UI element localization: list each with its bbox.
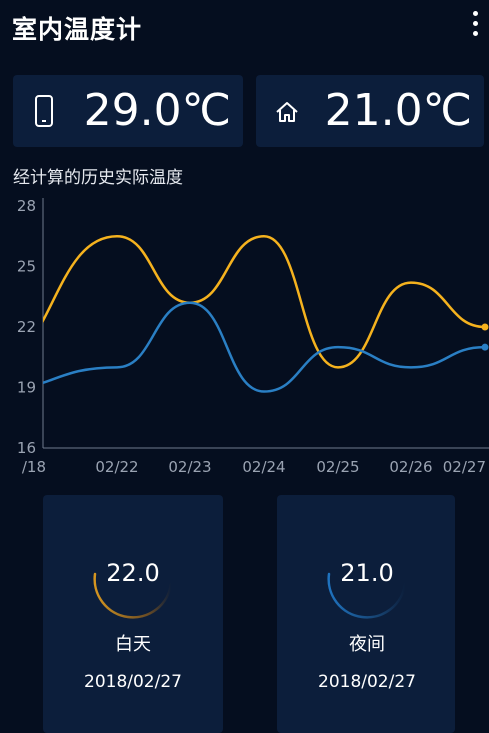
device-temp-value: 29.0℃ xyxy=(83,85,231,136)
y-tick-label: 16 xyxy=(17,439,36,457)
app-bar: 室内温度计 xyxy=(0,0,489,56)
chart-title: 经计算的历史实际温度 xyxy=(13,168,183,188)
x-tick-label: 02/25 xyxy=(316,458,359,476)
x-tick-label: 02/23 xyxy=(168,458,211,476)
x-tick-label: /18 xyxy=(22,458,46,476)
home-temp-card: 21.0℃ xyxy=(256,75,484,147)
home-icon xyxy=(276,102,298,122)
night-stat-card: 21.0 夜间 2018/02/27 xyxy=(277,495,455,733)
phone-icon xyxy=(35,95,53,127)
home-temp-value: 21.0℃ xyxy=(324,85,472,136)
x-tick-label: 02/26 xyxy=(389,458,432,476)
temperature-chart: 28 25 22 19 16 /18 02/22 02/23 02/24 02/25 02/26 0… xyxy=(17,197,489,476)
day-date: 2018/02/27 xyxy=(84,672,182,692)
day-label: 白天 xyxy=(115,634,151,655)
app-screen: 室内温度计 29.0℃ 21.0℃ 经计算的历史实际温度 28 25 22 19 16 … xyxy=(0,0,489,733)
series-point xyxy=(481,343,489,351)
x-tick-label: 02/27 xyxy=(443,458,486,476)
day-temp-value: 22.0 xyxy=(106,559,160,587)
series-line-night xyxy=(43,301,486,393)
night-temp-value: 21.0 xyxy=(340,559,394,587)
y-tick-label: 25 xyxy=(17,258,36,276)
y-tick-label: 22 xyxy=(17,318,36,336)
more-vert-icon[interactable] xyxy=(463,10,487,40)
y-tick-label: 28 xyxy=(17,197,36,215)
night-date: 2018/02/27 xyxy=(318,672,416,692)
x-tick-label: 02/24 xyxy=(242,458,285,476)
device-temp-card: 29.0℃ xyxy=(13,75,243,147)
series-line-day xyxy=(43,234,486,369)
series-point xyxy=(481,323,489,331)
app-title: 室内温度计 xyxy=(12,15,143,44)
x-tick-label: 02/22 xyxy=(95,458,138,476)
y-tick-label: 19 xyxy=(17,379,36,397)
day-stat-card: 22.0 白天 2018/02/27 xyxy=(43,495,223,733)
night-label: 夜间 xyxy=(349,634,385,655)
